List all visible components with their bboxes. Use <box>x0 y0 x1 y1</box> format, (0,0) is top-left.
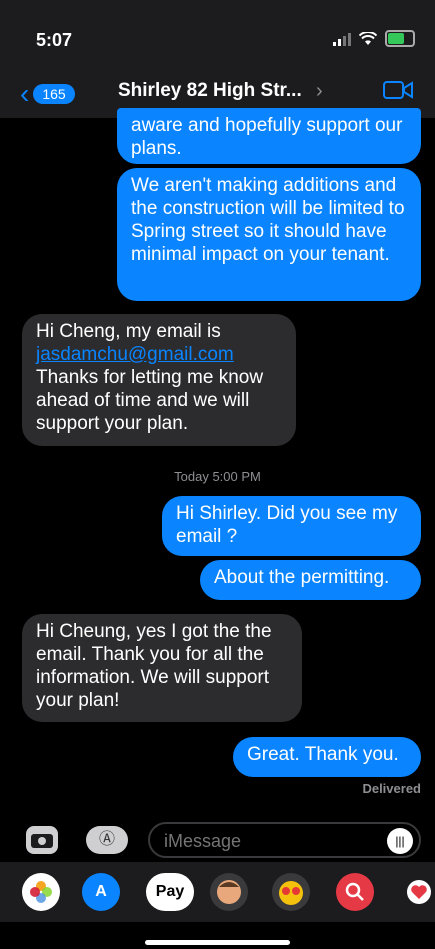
status-time: 5:07 <box>36 30 73 50</box>
app-store-icon[interactable]: A <box>82 873 120 911</box>
unread-count-badge: 165 <box>33 84 75 104</box>
chevron-right-icon[interactable]: › <box>316 80 323 103</box>
camera-icon[interactable] <box>26 826 58 854</box>
status-icons <box>333 30 415 47</box>
message-bubble-outgoing[interactable]: aware and hopefully support our plans. <box>117 108 421 164</box>
delivered-status: Delivered <box>362 781 421 796</box>
email-link[interactable]: jasdamchu@gmail.com <box>36 344 234 365</box>
photos-icon[interactable] <box>22 873 60 911</box>
message-bubble-incoming[interactable]: Hi Cheung, yes I got the the email. Than… <box>22 614 302 722</box>
message-text: Hi Cheng, my email is <box>36 321 221 342</box>
contact-name[interactable]: Shirley 82 High Str... <box>118 80 302 102</box>
message-text: Thanks for letting me know ahead of time… <box>36 367 264 434</box>
message-text: About the permitting. <box>214 567 390 588</box>
navigation-header: 5:07 ‹ 165 Shirley 82 High Str... › <box>0 0 435 118</box>
apple-pay-icon[interactable]: Pay <box>146 873 194 911</box>
imessage-input[interactable] <box>162 830 376 853</box>
message-text: We aren't making additions and the const… <box>131 175 405 265</box>
message-text: aware and hopefully support our plans. <box>131 115 403 159</box>
imessage-field[interactable]: ||| <box>148 822 421 858</box>
app-store-button[interactable]: Ⓐ <box>86 826 128 854</box>
battery-icon <box>385 30 415 47</box>
message-text: Hi Shirley. Did you see my email ? <box>176 503 398 547</box>
back-button[interactable]: ‹ 165 <box>20 80 75 108</box>
search-images-icon[interactable] <box>336 873 374 911</box>
memoji-icon[interactable] <box>210 873 248 911</box>
message-bubble-outgoing[interactable]: About the permitting. <box>200 560 421 600</box>
message-timestamp: Today 5:00 PM <box>174 469 261 484</box>
video-call-icon[interactable] <box>383 80 413 100</box>
chevron-left-icon: ‹ <box>20 78 30 109</box>
message-bubble-outgoing[interactable]: Hi Shirley. Did you see my email ? <box>162 496 421 556</box>
animoji-icon[interactable] <box>272 873 310 911</box>
message-composer: Ⓐ ||| <box>0 818 435 862</box>
app-store-icon: Ⓐ <box>98 831 115 848</box>
message-bubble-outgoing[interactable]: Great. Thank you. <box>233 737 421 777</box>
cellular-signal-icon <box>333 32 351 46</box>
message-text: Great. Thank you. <box>247 744 399 765</box>
audio-message-icon[interactable]: ||| <box>387 828 413 854</box>
home-indicator[interactable] <box>145 940 290 945</box>
message-text: Hi Cheung, yes I got the the email. Than… <box>36 621 272 711</box>
app-drawer: A Pay <box>0 862 435 922</box>
message-bubble-incoming[interactable]: Hi Cheng, my email is jasdamchu@gmail.co… <box>22 314 296 446</box>
wifi-icon <box>359 31 377 45</box>
message-bubble-outgoing[interactable]: We aren't making additions and the const… <box>117 168 421 301</box>
digital-touch-icon[interactable] <box>400 873 435 911</box>
